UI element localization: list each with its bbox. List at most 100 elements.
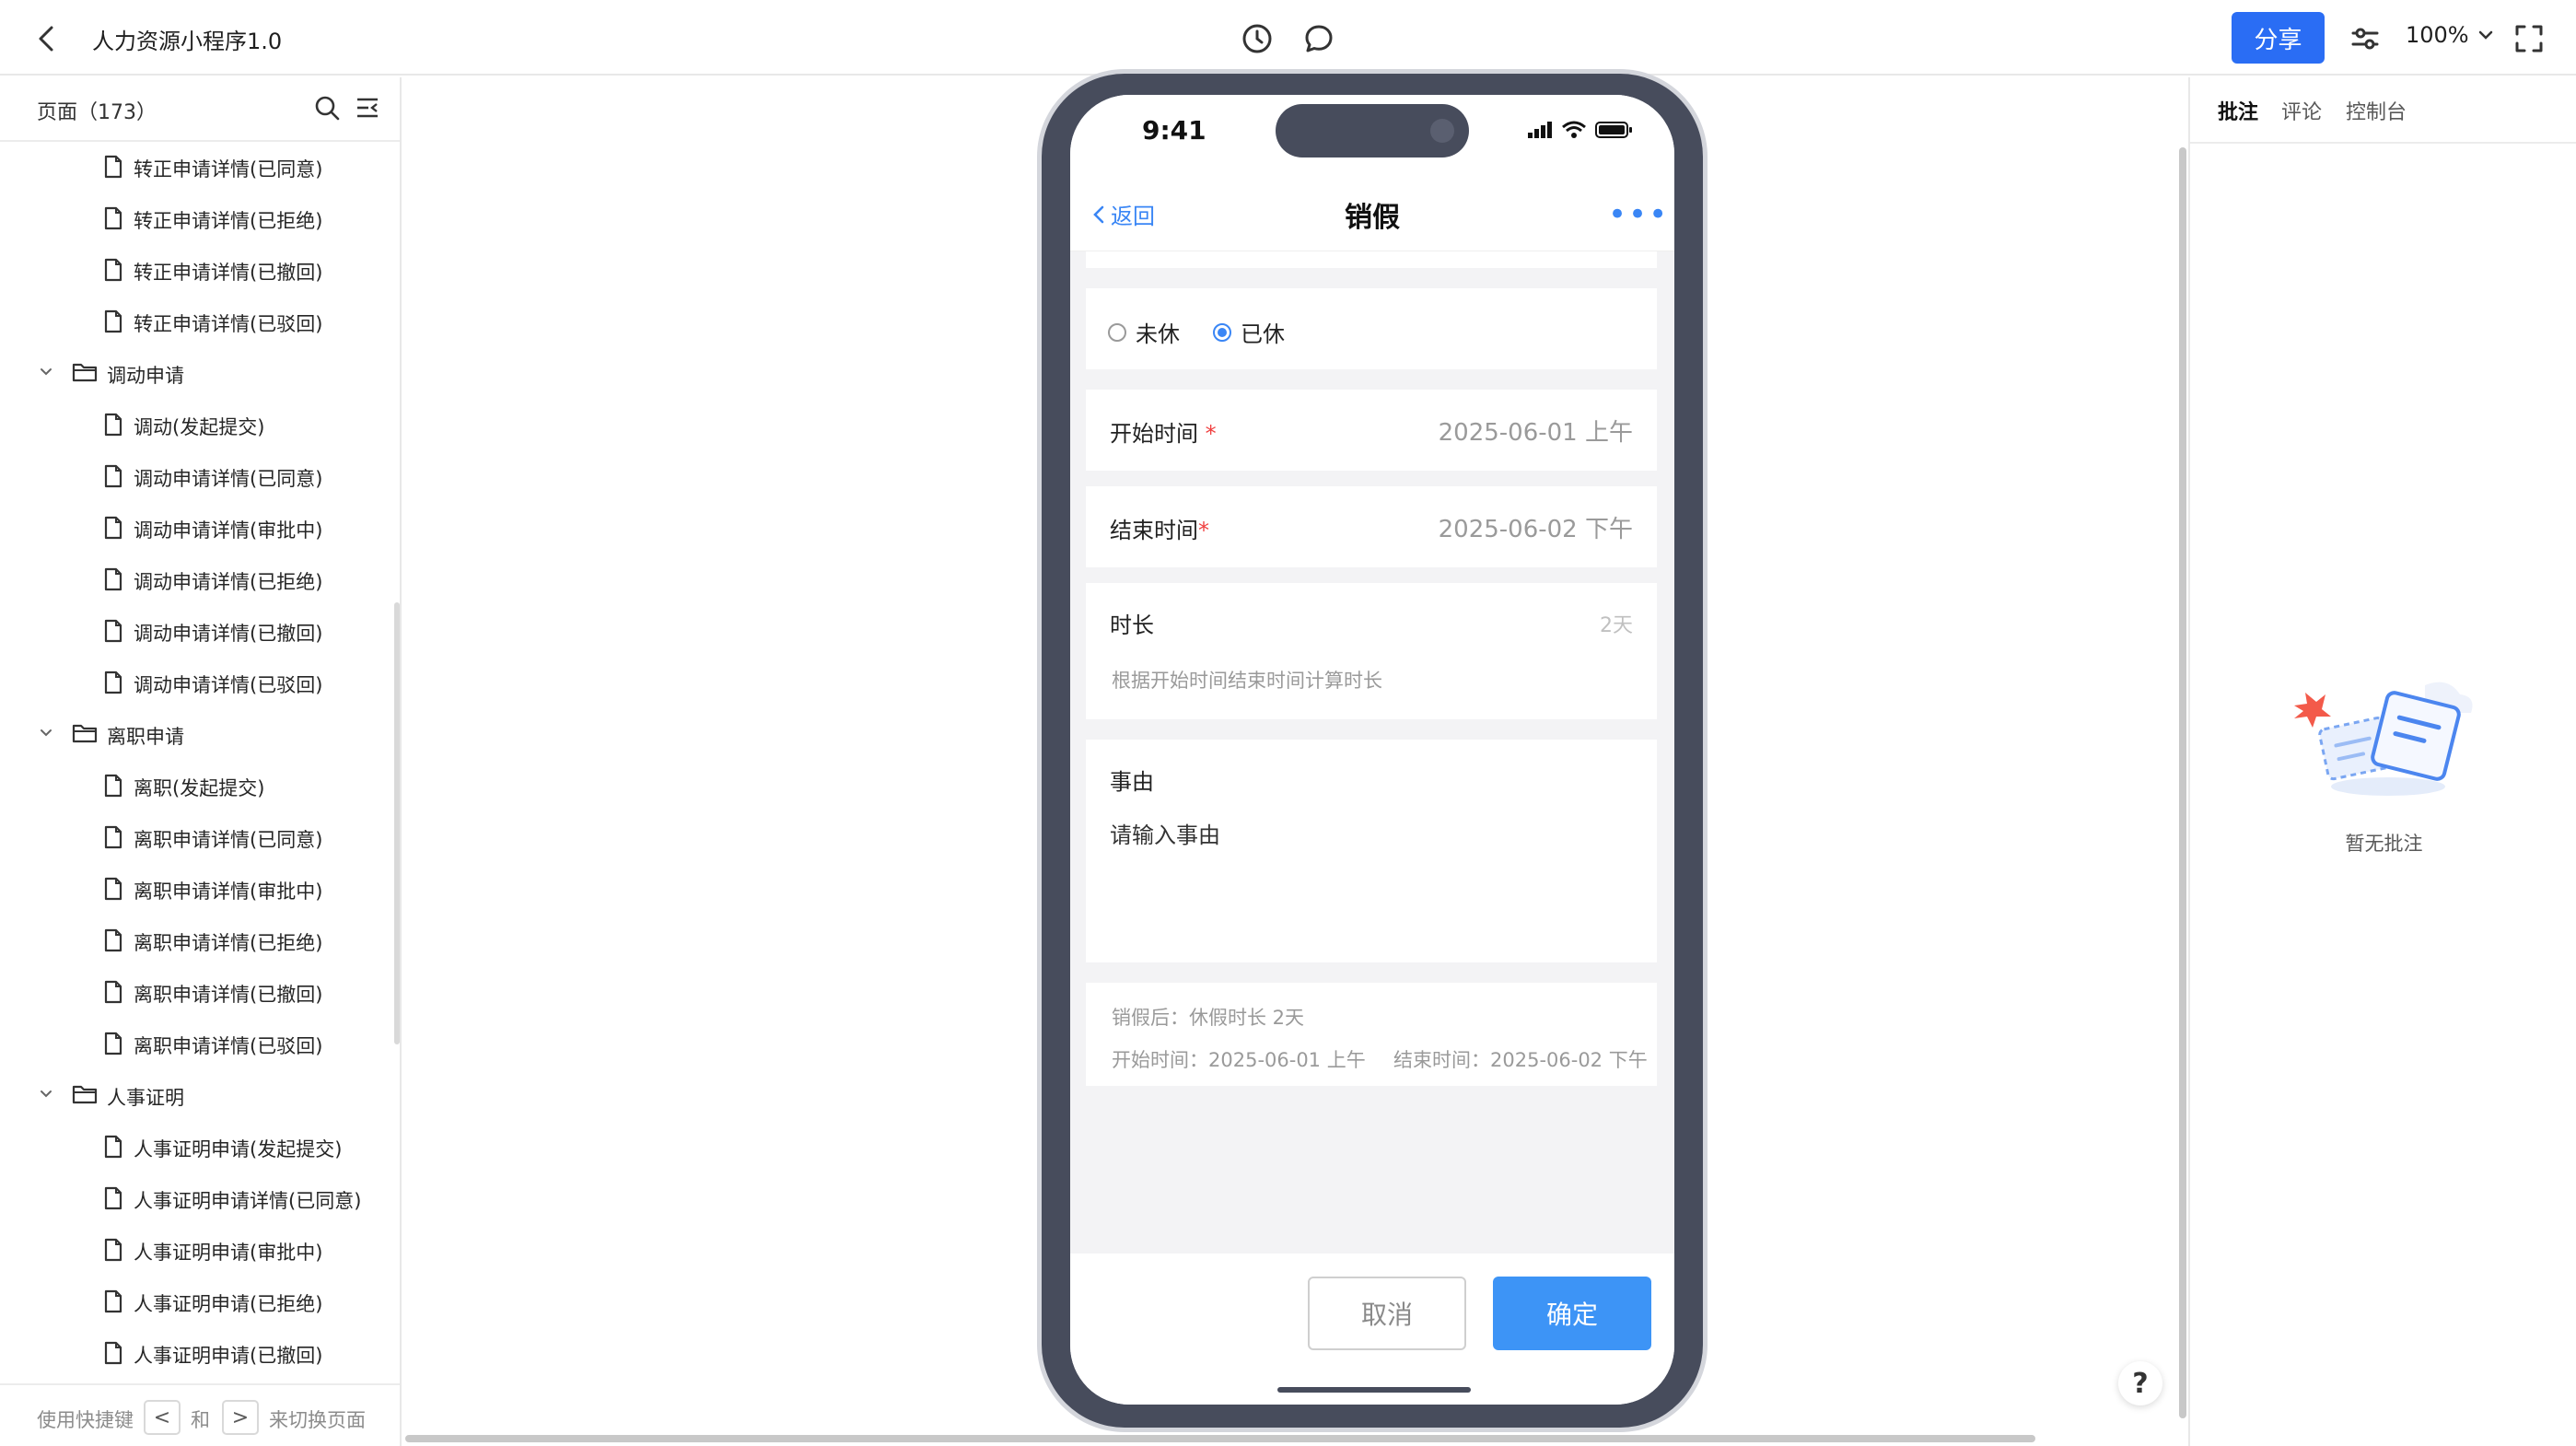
tab-comments[interactable]: 评论 [2281,96,2322,125]
tree-page-label: 离职申请详情(审批中) [134,880,323,903]
tree-page-item[interactable]: 调动申请详情(已同意) [0,453,396,499]
tree-page-item[interactable]: 人事证明申请(发起提交) [0,1124,396,1170]
tree-page-item[interactable]: 调动申请详情(审批中) [0,505,396,551]
cancel-button[interactable]: 取消 [1308,1277,1466,1350]
folder-icon [72,363,98,382]
radio-circle-selected [1213,322,1231,342]
tree-page-item[interactable]: 离职申请详情(审批中) [0,866,396,912]
tree-page-item[interactable]: 转正申请详情(已驳回) [0,298,396,344]
tree-page-item[interactable]: 人事证明申请(已撤回) [0,1330,396,1376]
duration-card: 时长 2天 根据开始时间结束时间计算时长 [1086,583,1657,719]
more-options-button[interactable]: ••• [1608,196,1669,233]
chevron-down-icon [41,368,52,376]
sliders-icon [2351,28,2379,50]
search-button[interactable] [313,94,341,122]
phone-screen: 9:41 返回 销假 ••• 未休 已休 开始时间 * 2025-06-01 上… [1070,95,1674,1405]
back-button[interactable] [28,20,64,57]
sidebar-footer: 使用快捷键 < 和 > 来切换页面 [0,1383,400,1446]
tree-page-item[interactable]: 转正申请详情(已同意) [0,144,396,190]
expand-toggle[interactable] [39,1088,53,1101]
sidebar-scrollbar[interactable] [394,602,400,1044]
fullscreen-button[interactable] [2511,20,2547,57]
leave-status-card: 未休 已休 [1086,288,1657,369]
summary-end: 结束时间：2025-06-02 下午 [1393,1049,1648,1071]
tree-page-item[interactable]: 调动申请详情(已撤回) [0,608,396,654]
shortcut-hint-and: 和 [191,1409,210,1431]
status-bar: 9:41 [1070,95,1674,178]
chat-bubble-icon [1305,25,1333,52]
document-icon [104,464,122,488]
document-icon [104,774,122,798]
tab-annotations[interactable]: 批注 [2218,96,2258,125]
radio-not-taken-label: 未休 [1136,321,1180,347]
reason-input[interactable] [1110,822,1626,848]
tree-page-item[interactable]: 离职申请详情(已撤回) [0,969,396,1015]
tree-page-label: 调动申请详情(审批中) [134,519,323,542]
radio-taken[interactable]: 已休 [1213,316,1285,348]
tree-page-item[interactable]: 人事证明申请(审批中) [0,1227,396,1273]
tree-page-item[interactable]: 调动申请详情(已驳回) [0,659,396,706]
tree-page-item[interactable]: 调动(发起提交) [0,402,396,448]
comment-button[interactable] [1300,20,1337,57]
start-time-row[interactable]: 开始时间 * 2025-06-01 上午 [1086,390,1657,471]
tree-page-label: 人事证明申请(已撤回) [134,1345,323,1367]
end-time-row[interactable]: 结束时间* 2025-06-02 下午 [1086,486,1657,567]
history-button[interactable] [1239,20,1276,57]
canvas-horizontal-scrollbar[interactable] [405,1435,2035,1442]
expand-toggle[interactable] [39,727,53,740]
end-time-label: 结束时间* [1110,518,1209,543]
home-indicator [1277,1387,1471,1393]
tree-page-item[interactable]: 调动申请详情(已拒绝) [0,556,396,602]
end-time-value[interactable]: 2025-06-02 下午 [1439,510,1633,544]
tree-page-item[interactable]: 离职申请详情(已拒绝) [0,917,396,963]
app-title: 人力资源小程序1.0 [92,29,283,54]
pages-sidebar: 页面（173） 转正申请详情(已同意) 转正申请详情(已拒绝) 转正申请详情(已撤回… [0,77,402,1446]
tree-folder[interactable]: 人事证明 [0,1072,396,1118]
tree-page-item[interactable]: 人事证明申请详情(已同意) [0,1175,396,1221]
tree-page-label: 转正申请详情(已撤回) [134,262,323,284]
expand-toggle[interactable] [39,366,53,379]
folder-icon [72,724,98,743]
tree-page-label: 人事证明申请(发起提交) [134,1138,343,1160]
help-button[interactable]: ? [2118,1361,2162,1405]
confirm-button[interactable]: 确定 [1493,1277,1651,1350]
collapse-sidebar-button[interactable] [354,94,381,122]
reason-card: 事由 [1086,740,1657,962]
document-icon [104,1186,122,1210]
document-icon [104,206,122,230]
panel-divider [2190,142,2576,144]
tree-page-item[interactable]: 人事证明申请(已拒绝) [0,1278,396,1324]
search-icon [315,96,340,121]
zoom-value: 100% [2406,22,2469,48]
tree-folder-label: 调动申请 [107,365,184,387]
start-time-value[interactable]: 2025-06-01 上午 [1439,414,1633,448]
document-icon [104,1135,122,1159]
tree-folder[interactable]: 调动申请 [0,350,396,396]
tree-page-label: 离职申请详情(已拒绝) [134,932,323,954]
tree-page-label: 离职申请详情(已撤回) [134,984,323,1006]
folder-icon [72,1085,98,1104]
radio-not-taken[interactable]: 未休 [1108,316,1180,348]
document-icon [104,877,122,901]
settings-button[interactable] [2347,20,2384,57]
summary-start: 开始时间：2025-06-01 上午 [1112,1049,1366,1071]
shortcut-hint-suffix: 来切换页面 [269,1409,366,1431]
canvas-vertical-scrollbar[interactable] [2179,147,2186,1418]
zoom-select[interactable]: 100% [2406,22,2493,48]
document-icon [104,1289,122,1313]
tree-page-label: 离职申请详情(已驳回) [134,1035,323,1057]
share-button[interactable]: 分享 [2232,12,2325,64]
duration-hint: 根据开始时间结束时间计算时长 [1112,670,1382,692]
tree-folder[interactable]: 离职申请 [0,711,396,757]
tree-page-item[interactable]: 转正申请详情(已拒绝) [0,195,396,241]
tree-page-item[interactable]: 离职(发起提交) [0,763,396,809]
summary-card: 销假后：休假时长 2天 开始时间：2025-06-01 上午 结束时间：2025… [1086,983,1657,1086]
tree-page-item[interactable]: 离职申请详情(已驳回) [0,1020,396,1067]
document-icon [104,928,122,952]
clipped-card [1086,251,1657,268]
tree-page-item[interactable]: 转正申请详情(已撤回) [0,247,396,293]
tree-page-label: 调动申请详情(已同意) [134,468,323,490]
tree-page-item[interactable]: 离职申请详情(已同意) [0,814,396,860]
tab-console[interactable]: 控制台 [2346,96,2407,125]
document-icon [104,1032,122,1055]
